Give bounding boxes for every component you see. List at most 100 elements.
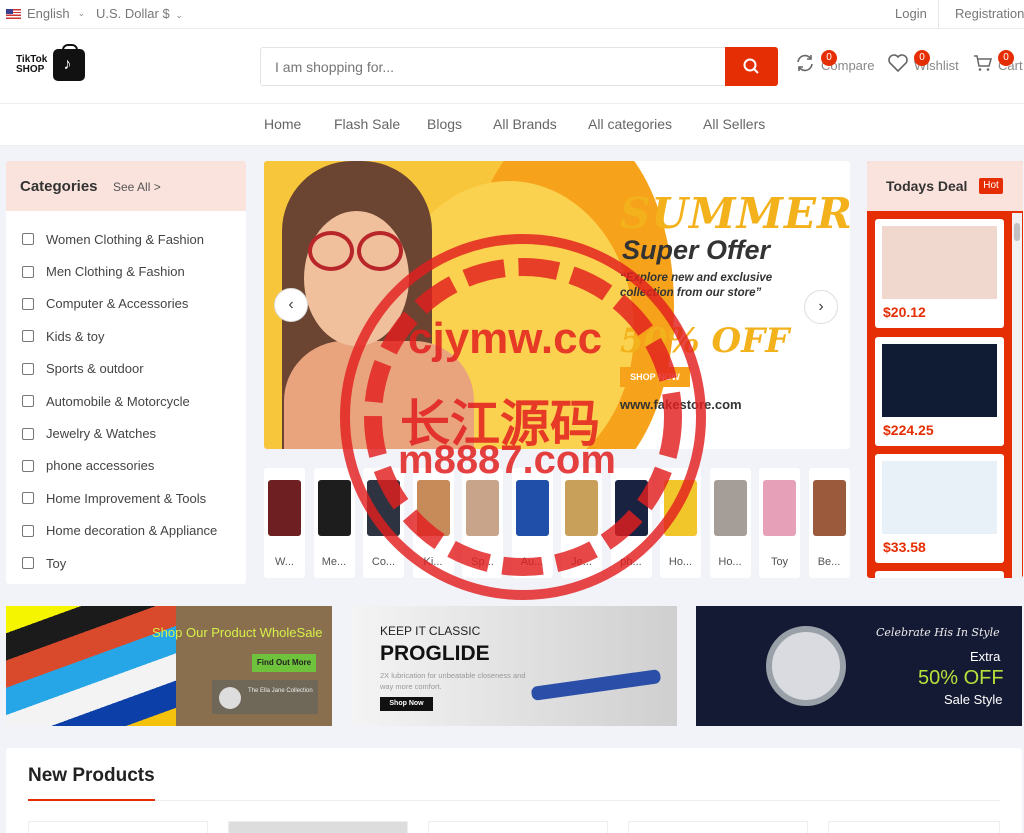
login-link[interactable]: Login xyxy=(895,6,927,21)
header: TikTok SHOP ♪ 0 Compare 0 Wishlist xyxy=(0,29,1024,104)
compare-button[interactable]: 0 Compare xyxy=(795,50,874,73)
compare-count-badge: 0 xyxy=(821,50,837,66)
nav-all-categories[interactable]: All categories xyxy=(588,116,672,132)
deal-card[interactable]: $33.58 xyxy=(875,454,1004,563)
category-thumb[interactable]: W... xyxy=(264,468,305,578)
category-thumb-image xyxy=(367,480,400,536)
category-thumb-image xyxy=(763,480,796,536)
wishlist-button[interactable]: 0 Wishlist xyxy=(887,50,959,73)
category-thumb-label: Ho... xyxy=(718,556,742,568)
category-item-automobile[interactable]: Automobile & Motorcycle xyxy=(6,385,217,417)
category-thumb-label: Sp... xyxy=(471,556,494,568)
product-card[interactable] xyxy=(628,821,808,833)
category-thumb[interactable]: Co... xyxy=(363,468,404,578)
monitor-icon xyxy=(22,297,34,310)
category-thumb[interactable]: Ho... xyxy=(709,468,751,578)
product-card[interactable] xyxy=(428,821,608,833)
deal-price: $20.12 xyxy=(883,304,926,320)
chevron-left-icon: ‹ xyxy=(288,296,294,313)
deal-card[interactable]: $20.12 xyxy=(875,219,1004,328)
carousel-prev-button[interactable]: ‹ xyxy=(274,288,308,322)
nav-blogs[interactable]: Blogs xyxy=(427,116,462,132)
site-logo[interactable]: TikTok SHOP ♪ xyxy=(16,44,86,81)
category-item-computer[interactable]: Computer & Accessories xyxy=(6,288,217,320)
product-card[interactable] xyxy=(28,821,208,833)
language-selector[interactable]: English ⌄ xyxy=(6,6,85,21)
cart-icon xyxy=(974,55,992,71)
category-thumb[interactable]: Au... xyxy=(511,468,553,578)
deal-product-image xyxy=(882,461,997,534)
promo3-script: Celebrate His In Style xyxy=(876,626,1000,639)
category-thumb-image xyxy=(515,480,549,536)
main-nav: Home Flash Sale Blogs All Brands All cat… xyxy=(0,104,1024,146)
promo2-shop-now-button[interactable]: Shop Now xyxy=(380,697,433,711)
category-thumb[interactable]: Me... xyxy=(313,468,355,578)
todays-deal-title: Todays Deal xyxy=(886,178,968,194)
search-button[interactable] xyxy=(725,47,778,86)
category-thumb-label: Ki... xyxy=(423,556,443,568)
category-thumb-image xyxy=(466,480,499,536)
category-item-home-improvement[interactable]: Home Improvement & Tools xyxy=(6,482,217,514)
banner-offer: 50% OFF xyxy=(620,321,790,361)
category-thumb-image xyxy=(416,480,450,536)
razor-image xyxy=(530,669,662,701)
category-item-sports[interactable]: Sports & outdoor xyxy=(6,353,217,385)
product-card[interactable] xyxy=(228,821,408,833)
category-thumb[interactable]: ph... xyxy=(610,468,652,578)
registration-link[interactable]: Registration xyxy=(955,6,1024,21)
nav-all-sellers[interactable]: All Sellers xyxy=(703,116,765,132)
toy-icon xyxy=(22,557,34,570)
deal-card[interactable] xyxy=(875,571,1004,578)
categories-title: Categories xyxy=(20,178,98,195)
category-item-jewelry[interactable]: Jewelry & Watches xyxy=(6,417,217,449)
search-input[interactable] xyxy=(261,48,725,85)
us-flag-icon xyxy=(6,8,21,19)
category-thumb-label: Au... xyxy=(520,556,544,568)
chevron-right-icon: › xyxy=(818,298,824,315)
category-item-toy[interactable]: Toy xyxy=(6,547,217,579)
category-thumb-label: Co... xyxy=(371,556,396,568)
deal-scrollbar[interactable] xyxy=(1012,213,1022,578)
category-thumb[interactable]: Ki... xyxy=(412,468,454,578)
category-item-kids-toy[interactable]: Kids & toy xyxy=(6,320,217,352)
nav-home[interactable]: Home xyxy=(264,116,301,132)
chevron-down-icon: ⌄ xyxy=(175,10,183,20)
see-all-link[interactable]: See All > xyxy=(113,180,161,194)
category-thumb[interactable]: Sp... xyxy=(462,468,503,578)
shopping-bag-logo-icon: ♪ xyxy=(53,44,86,81)
divider xyxy=(28,800,1000,801)
category-list: Women Clothing & Fashion Men Clothing & … xyxy=(6,223,217,579)
carousel-next-button[interactable]: › xyxy=(804,290,838,324)
category-thumb[interactable]: Ho... xyxy=(660,468,701,578)
category-thumb[interactable]: Be... xyxy=(808,468,850,578)
deal-price: $224.25 xyxy=(883,422,934,438)
cart-button[interactable]: 0 Cart xyxy=(973,50,1023,73)
category-thumb[interactable]: Je... xyxy=(561,468,602,578)
watch-image xyxy=(766,626,846,706)
category-thumb-image xyxy=(614,480,648,536)
category-item-men-clothing[interactable]: Men Clothing & Fashion xyxy=(6,255,217,287)
category-item-phone-accessories[interactable]: phone accessories xyxy=(6,450,217,482)
category-item-home-decoration[interactable]: Home decoration & Appliance xyxy=(6,515,217,547)
currency-selector[interactable]: U.S. Dollar $ ⌄ xyxy=(96,6,183,21)
nav-flash-sale[interactable]: Flash Sale xyxy=(334,116,400,132)
category-thumb-label: Me... xyxy=(321,556,347,568)
deal-card[interactable]: $224.25 xyxy=(875,337,1004,446)
currency-label: U.S. Dollar $ xyxy=(96,6,170,21)
promo1-find-out-button[interactable]: Find Out More xyxy=(252,654,316,672)
promo-banner-wholesale[interactable]: Shop Our Product WholeSale Find Out More… xyxy=(6,606,332,726)
promo-banner-proglide[interactable]: KEEP IT CLASSIC PROGLIDE 2X lubrication … xyxy=(351,606,677,726)
banner-shop-now-button[interactable]: SHOP NOW xyxy=(620,367,690,387)
todays-deal-panel: Todays Deal Hot $20.12 $224.25 $33.58 xyxy=(867,161,1023,578)
car-icon xyxy=(22,395,34,408)
hero-banner[interactable]: SUMMER Super Offer “Explore new and excl… xyxy=(264,161,850,449)
promo-banner-watch[interactable]: Celebrate His In Style Extra 50% OFF Sal… xyxy=(696,606,1022,726)
logo-text-line2: SHOP xyxy=(16,64,45,75)
product-card[interactable] xyxy=(828,821,1000,833)
banner-headline: SUMMER xyxy=(620,189,850,238)
category-thumb[interactable]: Toy xyxy=(759,468,800,578)
deal-product-image xyxy=(882,344,997,417)
category-item-women-clothing[interactable]: Women Clothing & Fashion xyxy=(6,223,217,255)
nav-all-brands[interactable]: All Brands xyxy=(493,116,557,132)
banner-site: www.fakestore.com xyxy=(620,397,742,412)
